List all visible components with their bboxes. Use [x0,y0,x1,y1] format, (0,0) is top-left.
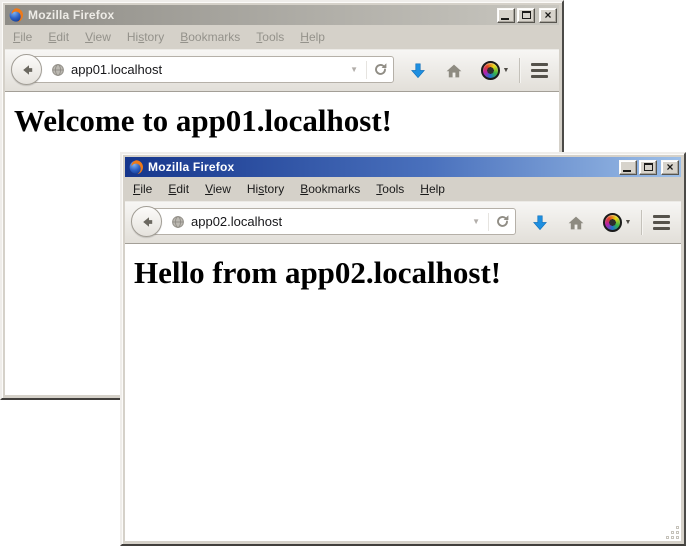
hamburger-menu-icon [653,215,670,218]
reload-icon [495,214,510,229]
maximize-button[interactable] [517,8,535,23]
maximize-icon [644,163,653,171]
hamburger-menu-icon [531,63,548,66]
site-identity-globe-icon[interactable] [171,215,185,229]
minimize-button[interactable] [497,8,515,23]
site-identity-globe-icon[interactable] [51,63,65,77]
menu-item-view[interactable]: View [198,179,238,199]
page-content: Hello from app02.localhost! [125,244,681,541]
navigation-toolbar: app01.localhost ▼ ▼ [5,49,559,92]
color-wheel-addon-icon [481,61,500,80]
hamburger-menu-button[interactable] [525,50,553,91]
navigation-toolbar: app02.localhost ▼ ▼ [125,201,681,244]
back-button[interactable] [131,206,162,237]
menu-bar: FileEditViewHistoryBookmarksToolsHelp [5,25,559,49]
menu-item-file[interactable]: File [126,179,159,199]
hamburger-menu-button[interactable] [647,202,675,243]
menu-item-history[interactable]: History [120,27,171,47]
maximize-icon [522,11,531,19]
resize-grip-icon[interactable] [666,526,680,540]
home-button[interactable] [563,202,589,243]
addon-dropdown-caret-icon: ▼ [503,67,510,74]
menu-item-file[interactable]: File [6,27,39,47]
urlbar-dropdown-icon[interactable]: ▼ [348,66,360,74]
toolbar-separator [519,58,521,83]
menu-item-help[interactable]: Help [413,179,452,199]
menu-item-edit[interactable]: Edit [161,179,196,199]
home-button[interactable] [441,50,467,91]
reload-button[interactable] [488,213,510,231]
toolbar-separator [641,210,643,235]
downloads-button[interactable] [405,50,431,91]
url-bar[interactable]: app01.localhost ▼ [20,56,394,83]
firefox-logo-icon [128,159,144,175]
home-icon [445,62,463,80]
back-arrow-icon [139,214,155,230]
back-arrow-icon [19,62,35,78]
page-heading: Hello from app02.localhost! [134,255,681,291]
window-title: Mozilla Firefox [28,8,493,22]
menu-item-bookmarks[interactable]: Bookmarks [173,27,247,47]
firefox-logo-icon [8,7,24,23]
url-input[interactable]: app01.localhost [71,62,342,77]
window-title: Mozilla Firefox [148,160,615,174]
menu-item-tools[interactable]: Tools [249,27,291,47]
minimize-button[interactable] [619,160,637,175]
home-icon [567,214,585,232]
menu-item-history[interactable]: History [240,179,291,199]
minimize-icon [623,170,631,172]
window-controls: × [619,160,679,175]
addon-button[interactable]: ▼ [601,202,633,243]
back-button[interactable] [11,54,42,85]
minimize-icon [501,18,509,20]
titlebar[interactable]: Mozilla Firefox × [5,5,559,25]
desktop: { "app": { "name": "Mozilla Firefox" }, … [0,0,688,551]
menu-item-tools[interactable]: Tools [369,179,411,199]
urlbar-dropdown-icon[interactable]: ▼ [470,218,482,226]
menu-item-view[interactable]: View [78,27,118,47]
window-controls: × [497,8,557,23]
titlebar[interactable]: Mozilla Firefox × [125,157,681,177]
url-bar[interactable]: app02.localhost ▼ [140,208,516,235]
menu-item-help[interactable]: Help [293,27,332,47]
page-heading: Welcome to app01.localhost! [14,103,559,139]
addon-button[interactable]: ▼ [479,50,511,91]
maximize-button[interactable] [639,160,657,175]
menu-item-edit[interactable]: Edit [41,27,76,47]
url-input[interactable]: app02.localhost [191,214,464,229]
addon-dropdown-caret-icon: ▼ [625,219,632,226]
color-wheel-addon-icon [603,213,622,232]
reload-icon [373,62,388,77]
reload-button[interactable] [366,61,388,79]
close-button[interactable]: × [661,160,679,175]
menu-item-bookmarks[interactable]: Bookmarks [293,179,367,199]
menu-bar: FileEditViewHistoryBookmarksToolsHelp [125,177,681,201]
close-button[interactable]: × [539,8,557,23]
download-arrow-icon [408,61,428,81]
downloads-button[interactable] [527,202,553,243]
download-arrow-icon [530,213,550,233]
firefox-window-app02[interactable]: Mozilla Firefox × FileEditViewHistoryBoo… [120,152,686,546]
